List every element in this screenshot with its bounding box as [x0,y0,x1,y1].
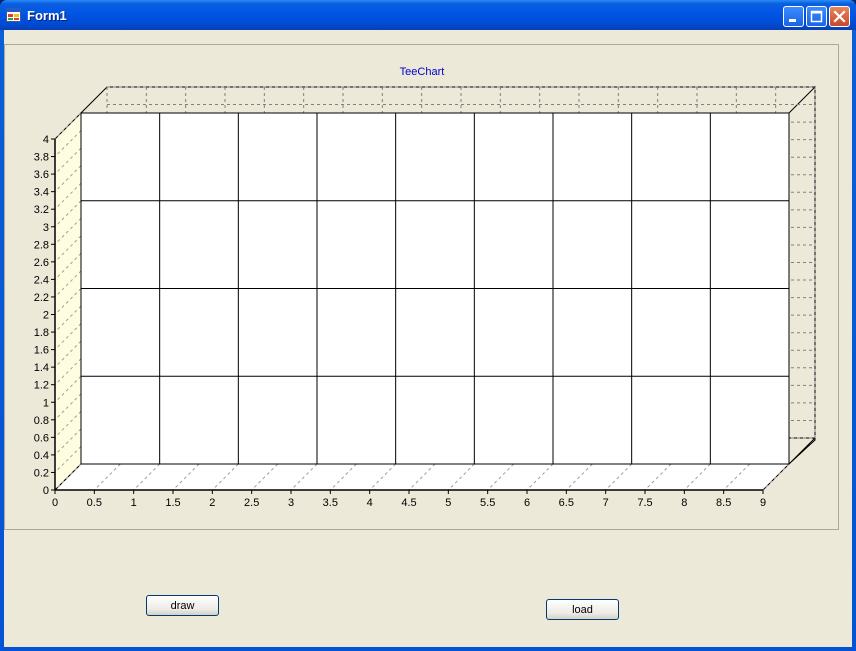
chart-title: TeeChart [400,66,445,78]
x-tick-label: 2.5 [244,497,259,509]
x-tick-label: 1.5 [165,497,180,509]
y-tick-label: 1 [43,397,49,409]
y-tick-label: 0.8 [34,415,49,427]
y-tick-label: 1.6 [34,345,49,357]
y-tick-label: 3.6 [34,169,49,181]
x-tick-label: 9 [760,497,766,509]
y-tick-label: 3 [43,222,49,234]
x-tick-label: 4 [367,497,373,509]
x-tick-label: 5 [445,497,451,509]
chart-canvas: 0 0.5 1 1.5 2 2.5 3 3.5 4 4.5 5 5.5 6 6.5 7 7.5 8 8.5 9 0 0.… [34,66,817,509]
x-tick-label: 8 [681,497,687,509]
load-button[interactable]: load [546,599,619,620]
y-tick-label: 3.4 [34,187,49,199]
y-tick-label: 2.2 [34,292,49,304]
y-tick-label: 1.2 [34,380,49,392]
chart-top-edge [79,86,817,114]
x-tick-label: 7 [603,497,609,509]
y-tick-label: 2 [43,310,49,322]
y-tick-label: 0 [43,485,49,497]
y-tick-label: 2.6 [34,257,49,269]
x-tick-label: 5.5 [480,497,495,509]
y-tick-label: 1.4 [34,362,49,374]
x-tick-label: 8.5 [716,497,731,509]
x-tick-label: 2 [209,497,215,509]
x-tick-label: 0.5 [87,497,102,509]
y-tick-label: 3.2 [34,204,49,216]
y-tick-label: 0.2 [34,467,49,479]
x-tick-label: 7.5 [637,497,652,509]
chart-right-edge [788,436,816,465]
y-tick-label: 0.4 [34,450,49,462]
x-tick-label: 4.5 [401,497,416,509]
x-tick-label: 3 [288,497,294,509]
x-tick-label: 6 [524,497,530,509]
x-tick-label: 0 [52,497,58,509]
form-client-area: 0 0.5 1 1.5 2 2.5 3 3.5 4 4.5 5 5.5 6 6.5 7 7.5 8 8.5 9 0 0.… [4,30,852,647]
x-tick-label: 6.5 [559,497,574,509]
x-tick-label: 3.5 [323,497,338,509]
y-tick-label: 3.8 [34,152,49,164]
y-tick-label: 0.6 [34,432,49,444]
draw-button[interactable]: draw [146,595,219,616]
y-tick-label: 2.8 [34,239,49,251]
x-tick-label: 1 [131,497,137,509]
y-tick-label: 4 [43,134,49,146]
teechart-panel[interactable]: 0 0.5 1 1.5 2 2.5 3 3.5 4 4.5 5 5.5 6 6.5 7 7.5 8 8.5 9 0 0.… [4,44,839,530]
y-tick-label: 2.4 [34,274,49,286]
y-tick-label: 1.8 [34,327,49,339]
form1-window: Form1 0 0.5 1 1.5 2 2.5 3 3.5 4 4.5 5 5.5 6 6.5 7 7.5 8 8… [0,0,856,651]
